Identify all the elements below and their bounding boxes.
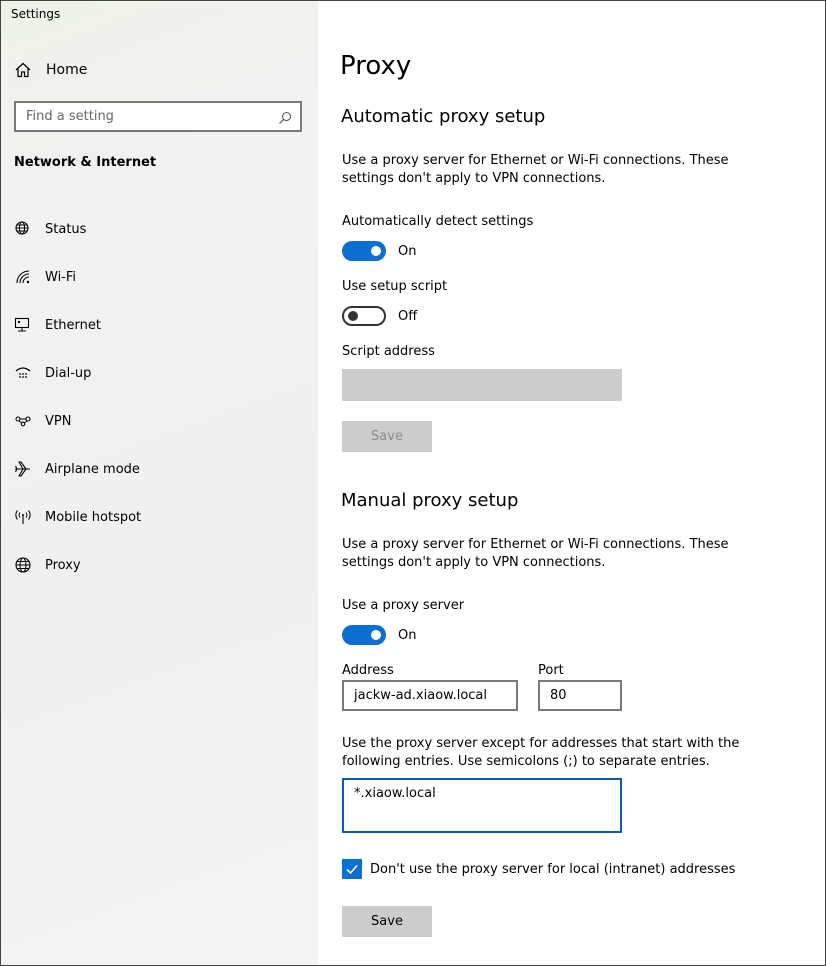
sidebar: Settings Home Network & Internet Status bbox=[1, 1, 318, 965]
use-proxy-label: Use a proxy server bbox=[342, 598, 465, 613]
automatic-proxy-heading: Automatic proxy setup bbox=[341, 106, 546, 127]
wifi-icon bbox=[14, 268, 32, 286]
globe-icon bbox=[14, 556, 32, 574]
sidebar-item-wifi[interactable]: Wi-Fi bbox=[1, 253, 318, 301]
auto-detect-toggle-row: On bbox=[342, 240, 416, 262]
sidebar-nav: Status Wi-Fi Ethernet Dial-up VPN Airpla… bbox=[1, 205, 318, 589]
search-box[interactable] bbox=[14, 101, 302, 132]
search-icon[interactable] bbox=[278, 110, 292, 124]
setup-script-state: Off bbox=[398, 308, 418, 324]
home-icon bbox=[14, 61, 32, 79]
port-input[interactable] bbox=[538, 680, 622, 711]
exceptions-description: Use the proxy server except for addresse… bbox=[342, 736, 740, 769]
section-title: Network & Internet bbox=[14, 155, 157, 170]
sidebar-item-dialup[interactable]: Dial-up bbox=[1, 349, 318, 397]
sidebar-item-label: Proxy bbox=[45, 557, 81, 573]
automatic-save-button: Save bbox=[342, 421, 432, 452]
sidebar-item-label: Ethernet bbox=[45, 317, 101, 333]
page-title: Proxy bbox=[340, 51, 412, 81]
auto-detect-state: On bbox=[398, 243, 417, 259]
automatic-proxy-description: Use a proxy server for Ethernet or Wi-Fi… bbox=[342, 153, 729, 186]
home-nav-item[interactable]: Home bbox=[14, 59, 87, 81]
auto-detect-toggle[interactable] bbox=[342, 241, 386, 261]
ethernet-icon bbox=[14, 316, 32, 334]
vpn-icon bbox=[14, 412, 32, 430]
local-bypass-row: Don't use the proxy server for local (in… bbox=[342, 859, 735, 879]
port-label: Port bbox=[538, 663, 564, 678]
sidebar-item-ethernet[interactable]: Ethernet bbox=[1, 301, 318, 349]
sidebar-item-label: Status bbox=[45, 221, 87, 237]
dialup-icon bbox=[14, 364, 32, 382]
settings-window: Settings Home Network & Internet Status bbox=[0, 0, 826, 966]
sidebar-item-label: Mobile hotspot bbox=[45, 509, 142, 525]
use-proxy-toggle-row: On bbox=[342, 624, 416, 646]
script-address-label: Script address bbox=[342, 344, 435, 359]
sidebar-item-vpn[interactable]: VPN bbox=[1, 397, 318, 445]
sidebar-item-proxy[interactable]: Proxy bbox=[1, 541, 318, 589]
sidebar-item-airplane-mode[interactable]: Airplane mode bbox=[1, 445, 318, 493]
sidebar-item-label: Wi-Fi bbox=[45, 269, 77, 285]
auto-detect-label: Automatically detect settings bbox=[342, 214, 534, 229]
manual-proxy-description: Use a proxy server for Ethernet or Wi-Fi… bbox=[342, 537, 729, 570]
sidebar-item-mobile-hotspot[interactable]: Mobile hotspot bbox=[1, 493, 318, 541]
search-input[interactable] bbox=[16, 109, 278, 124]
exceptions-input[interactable]: *.xiaow.local bbox=[342, 778, 622, 833]
setup-script-toggle-row: Off bbox=[342, 305, 417, 327]
main-content: Proxy Automatic proxy setup Use a proxy … bbox=[318, 1, 825, 965]
script-address-field bbox=[342, 369, 622, 401]
sidebar-item-label: Airplane mode bbox=[45, 461, 140, 477]
manual-save-button[interactable]: Save bbox=[342, 906, 432, 937]
globe-status-icon bbox=[14, 220, 32, 238]
use-proxy-state: On bbox=[398, 627, 417, 643]
use-proxy-toggle[interactable] bbox=[342, 625, 386, 645]
sidebar-item-status[interactable]: Status bbox=[1, 205, 318, 253]
sidebar-item-label: Dial-up bbox=[45, 365, 92, 381]
hotspot-icon bbox=[14, 508, 32, 526]
address-input[interactable] bbox=[342, 680, 518, 711]
manual-proxy-heading: Manual proxy setup bbox=[341, 490, 519, 511]
local-bypass-checkbox[interactable] bbox=[342, 859, 362, 879]
checkmark-icon bbox=[346, 864, 358, 875]
local-bypass-label: Don't use the proxy server for local (in… bbox=[370, 861, 736, 877]
app-title: Settings bbox=[11, 7, 61, 21]
address-label: Address bbox=[342, 663, 394, 678]
home-label: Home bbox=[46, 62, 88, 78]
setup-script-toggle[interactable] bbox=[342, 306, 386, 326]
sidebar-item-label: VPN bbox=[45, 413, 72, 429]
setup-script-label: Use setup script bbox=[342, 279, 448, 294]
airplane-icon bbox=[14, 460, 32, 478]
